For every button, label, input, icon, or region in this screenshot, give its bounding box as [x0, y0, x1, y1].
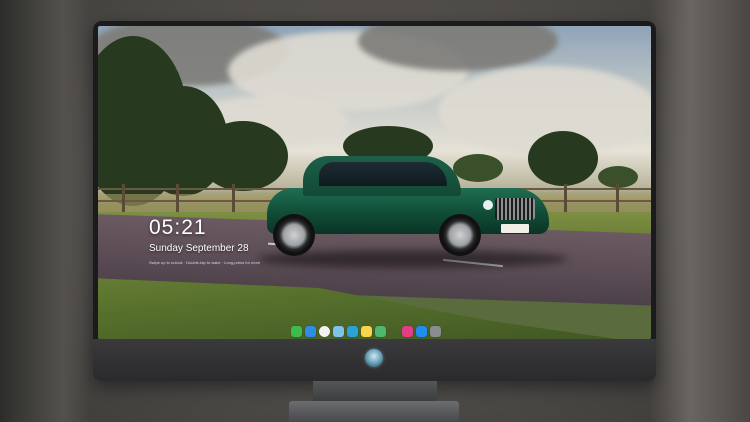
car — [263, 148, 553, 258]
monitor-chin — [93, 339, 656, 381]
lock-date: Sunday September 28 — [149, 243, 249, 254]
mail-icon[interactable] — [305, 325, 316, 337]
photos-icon[interactable] — [333, 325, 344, 337]
brand-logo-icon — [365, 349, 383, 367]
camera-icon[interactable] — [430, 325, 441, 337]
clock-icon[interactable] — [319, 325, 330, 337]
lock-clock: 05:21 — [149, 216, 207, 239]
lock-screen[interactable]: 05:21 Sunday September 28 Swipe up to un… — [98, 26, 651, 339]
lock-hint: Swipe up to unlock · Double-tap to wake … — [149, 260, 261, 265]
music-icon[interactable] — [402, 325, 413, 337]
clips-icon[interactable] — [347, 325, 358, 337]
monitor-base — [289, 401, 459, 422]
license-plate — [501, 224, 529, 233]
app-store-icon[interactable] — [416, 325, 427, 337]
messages-icon[interactable] — [291, 325, 302, 337]
monitor-stand — [313, 381, 437, 403]
monitor: 05:21 Sunday September 28 Swipe up to un… — [93, 21, 656, 381]
dock — [291, 325, 441, 337]
notes-icon[interactable] — [361, 325, 372, 337]
facetime-icon[interactable] — [375, 325, 386, 337]
